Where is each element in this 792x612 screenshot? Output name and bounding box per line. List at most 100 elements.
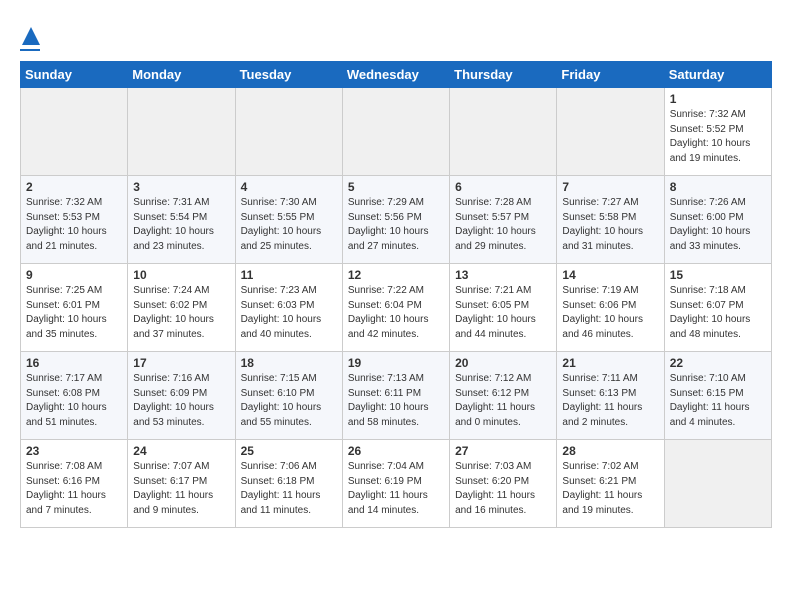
day-info: Sunrise: 7:17 AM Sunset: 6:08 PM Dayligh…: [26, 372, 122, 430]
day-number: 7: [562, 180, 658, 194]
calendar-cell: 9 Sunrise: 7:25 AM Sunset: 6:01 PM Daylig…: [21, 264, 128, 352]
calendar-cell: 6 Sunrise: 7:28 AM Sunset: 5:57 PM Daylig…: [450, 176, 557, 264]
calendar-cell: 13 Sunrise: 7:21 AM Sunset: 6:05 PM Dayli…: [450, 264, 557, 352]
calendar-cell: 16 Sunrise: 7:17 AM Sunset: 6:08 PM Dayli…: [21, 352, 128, 440]
calendar-cell: 23 Sunrise: 7:08 AM Sunset: 6:16 PM Dayli…: [21, 440, 128, 528]
calendar-cell: [664, 440, 771, 528]
day-info: Sunrise: 7:32 AM Sunset: 5:53 PM Dayligh…: [26, 196, 122, 254]
header-day-saturday: Saturday: [664, 62, 771, 88]
day-info: Sunrise: 7:18 AM Sunset: 6:07 PM Dayligh…: [670, 284, 766, 342]
calendar-cell: 1 Sunrise: 7:32 AM Sunset: 5:52 PM Daylig…: [664, 88, 771, 176]
day-number: 21: [562, 356, 658, 370]
calendar-cell: 11 Sunrise: 7:23 AM Sunset: 6:03 PM Dayli…: [235, 264, 342, 352]
day-info: Sunrise: 7:08 AM Sunset: 6:16 PM Dayligh…: [26, 460, 122, 518]
calendar-cell: 21 Sunrise: 7:11 AM Sunset: 6:13 PM Dayli…: [557, 352, 664, 440]
day-number: 25: [241, 444, 337, 458]
day-number: 24: [133, 444, 229, 458]
day-number: 19: [348, 356, 444, 370]
day-info: Sunrise: 7:11 AM Sunset: 6:13 PM Dayligh…: [562, 372, 658, 430]
calendar-cell: [342, 88, 449, 176]
day-number: 6: [455, 180, 551, 194]
day-info: Sunrise: 7:27 AM Sunset: 5:58 PM Dayligh…: [562, 196, 658, 254]
logo: [20, 16, 40, 51]
calendar-cell: 24 Sunrise: 7:07 AM Sunset: 6:17 PM Dayli…: [128, 440, 235, 528]
day-info: Sunrise: 7:07 AM Sunset: 6:17 PM Dayligh…: [133, 460, 229, 518]
day-number: 13: [455, 268, 551, 282]
day-info: Sunrise: 7:06 AM Sunset: 6:18 PM Dayligh…: [241, 460, 337, 518]
day-number: 8: [670, 180, 766, 194]
day-number: 23: [26, 444, 122, 458]
calendar-cell: 15Sunrise: 7:18 AM Sunset: 6:07 PM Dayli…: [664, 264, 771, 352]
day-info: Sunrise: 7:16 AM Sunset: 6:09 PM Dayligh…: [133, 372, 229, 430]
header: [20, 16, 772, 51]
day-number: 28: [562, 444, 658, 458]
day-number: 18: [241, 356, 337, 370]
day-number: 1: [670, 92, 766, 106]
day-info: Sunrise: 7:22 AM Sunset: 6:04 PM Dayligh…: [348, 284, 444, 342]
calendar-week-row: 16 Sunrise: 7:17 AM Sunset: 6:08 PM Dayli…: [21, 352, 772, 440]
header-day-thursday: Thursday: [450, 62, 557, 88]
day-number: 12: [348, 268, 444, 282]
calendar-cell: 26Sunrise: 7:04 AM Sunset: 6:19 PM Dayli…: [342, 440, 449, 528]
page: SundayMondayTuesdayWednesdayThursdayFrid…: [0, 0, 792, 544]
day-number: 16: [26, 356, 122, 370]
calendar-cell: 17 Sunrise: 7:16 AM Sunset: 6:09 PM Dayli…: [128, 352, 235, 440]
calendar-cell: [450, 88, 557, 176]
calendar-cell: 18 Sunrise: 7:15 AM Sunset: 6:10 PM Dayli…: [235, 352, 342, 440]
calendar-cell: [128, 88, 235, 176]
day-info: Sunrise: 7:30 AM Sunset: 5:55 PM Dayligh…: [241, 196, 337, 254]
day-number: 27: [455, 444, 551, 458]
header-day-monday: Monday: [128, 62, 235, 88]
calendar-cell: 2 Sunrise: 7:32 AM Sunset: 5:53 PM Daylig…: [21, 176, 128, 264]
day-number: 2: [26, 180, 122, 194]
calendar-week-row: 1 Sunrise: 7:32 AM Sunset: 5:52 PM Daylig…: [21, 88, 772, 176]
day-info: Sunrise: 7:13 AM Sunset: 6:11 PM Dayligh…: [348, 372, 444, 430]
calendar-cell: 4 Sunrise: 7:30 AM Sunset: 5:55 PM Daylig…: [235, 176, 342, 264]
calendar-cell: 25 Sunrise: 7:06 AM Sunset: 6:18 PM Dayli…: [235, 440, 342, 528]
day-number: 5: [348, 180, 444, 194]
day-number: 22: [670, 356, 766, 370]
day-info: Sunrise: 7:19 AM Sunset: 6:06 PM Dayligh…: [562, 284, 658, 342]
day-info: Sunrise: 7:26 AM Sunset: 6:00 PM Dayligh…: [670, 196, 766, 254]
day-number: 3: [133, 180, 229, 194]
calendar-cell: 8 Sunrise: 7:26 AM Sunset: 6:00 PM Daylig…: [664, 176, 771, 264]
day-info: Sunrise: 7:02 AM Sunset: 6:21 PM Dayligh…: [562, 460, 658, 518]
calendar-cell: 27 Sunrise: 7:03 AM Sunset: 6:20 PM Dayli…: [450, 440, 557, 528]
day-number: 17: [133, 356, 229, 370]
calendar-cell: 7 Sunrise: 7:27 AM Sunset: 5:58 PM Daylig…: [557, 176, 664, 264]
day-info: Sunrise: 7:32 AM Sunset: 5:52 PM Dayligh…: [670, 108, 766, 166]
logo-triangle-icon: [22, 27, 40, 45]
day-info: Sunrise: 7:25 AM Sunset: 6:01 PM Dayligh…: [26, 284, 122, 342]
calendar-cell: 19 Sunrise: 7:13 AM Sunset: 6:11 PM Dayli…: [342, 352, 449, 440]
calendar-week-row: 9 Sunrise: 7:25 AM Sunset: 6:01 PM Daylig…: [21, 264, 772, 352]
calendar-cell: 12 Sunrise: 7:22 AM Sunset: 6:04 PM Dayli…: [342, 264, 449, 352]
day-info: Sunrise: 7:10 AM Sunset: 6:15 PM Dayligh…: [670, 372, 766, 430]
day-number: 11: [241, 268, 337, 282]
day-info: Sunrise: 7:21 AM Sunset: 6:05 PM Dayligh…: [455, 284, 551, 342]
header-day-friday: Friday: [557, 62, 664, 88]
calendar-header-row: SundayMondayTuesdayWednesdayThursdayFrid…: [21, 62, 772, 88]
calendar-week-row: 2 Sunrise: 7:32 AM Sunset: 5:53 PM Daylig…: [21, 176, 772, 264]
day-info: Sunrise: 7:31 AM Sunset: 5:54 PM Dayligh…: [133, 196, 229, 254]
calendar-cell: 3 Sunrise: 7:31 AM Sunset: 5:54 PM Daylig…: [128, 176, 235, 264]
calendar-cell: [21, 88, 128, 176]
day-number: 10: [133, 268, 229, 282]
calendar-cell: 20 Sunrise: 7:12 AM Sunset: 6:12 PM Dayli…: [450, 352, 557, 440]
day-number: 9: [26, 268, 122, 282]
header-day-sunday: Sunday: [21, 62, 128, 88]
day-number: 4: [241, 180, 337, 194]
calendar-cell: 5 Sunrise: 7:29 AM Sunset: 5:56 PM Daylig…: [342, 176, 449, 264]
calendar-cell: 10 Sunrise: 7:24 AM Sunset: 6:02 PM Dayli…: [128, 264, 235, 352]
day-info: Sunrise: 7:15 AM Sunset: 6:10 PM Dayligh…: [241, 372, 337, 430]
calendar-table: SundayMondayTuesdayWednesdayThursdayFrid…: [20, 61, 772, 528]
header-day-tuesday: Tuesday: [235, 62, 342, 88]
day-number: 20: [455, 356, 551, 370]
day-number: 26: [348, 444, 444, 458]
header-day-wednesday: Wednesday: [342, 62, 449, 88]
day-info: Sunrise: 7:23 AM Sunset: 6:03 PM Dayligh…: [241, 284, 337, 342]
day-info: Sunrise: 7:03 AM Sunset: 6:20 PM Dayligh…: [455, 460, 551, 518]
day-info: Sunrise: 7:12 AM Sunset: 6:12 PM Dayligh…: [455, 372, 551, 430]
day-info: Sunrise: 7:28 AM Sunset: 5:57 PM Dayligh…: [455, 196, 551, 254]
day-info: Sunrise: 7:29 AM Sunset: 5:56 PM Dayligh…: [348, 196, 444, 254]
day-info: Sunrise: 7:24 AM Sunset: 6:02 PM Dayligh…: [133, 284, 229, 342]
